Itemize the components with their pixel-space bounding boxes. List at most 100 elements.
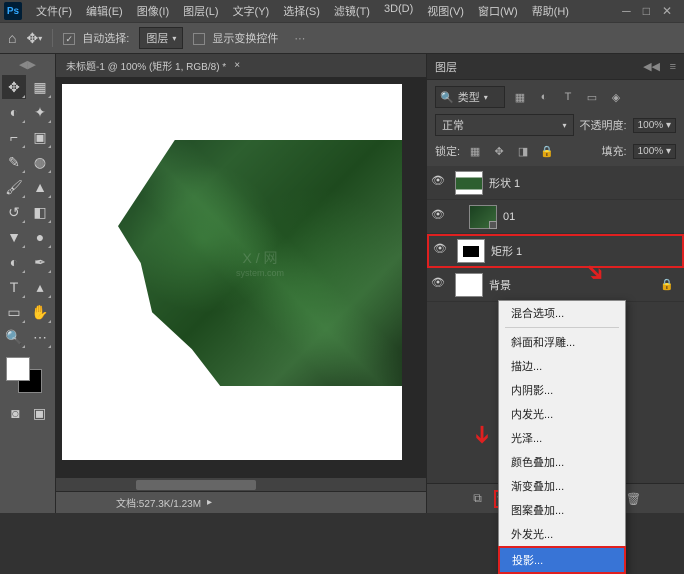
- menu-3d[interactable]: 3D(D): [378, 1, 419, 21]
- lock-position-icon[interactable]: ✥: [490, 142, 508, 160]
- fx-menu-item[interactable]: 渐变叠加...: [499, 474, 625, 498]
- gradient-tool[interactable]: ▼: [2, 225, 26, 249]
- menu-help[interactable]: 帮助(H): [526, 1, 575, 21]
- fx-menu-item[interactable]: 图案叠加...: [499, 498, 625, 522]
- layer-thumbnail[interactable]: [455, 273, 483, 297]
- pen-tool[interactable]: ✒: [28, 250, 52, 274]
- close-button[interactable]: ✕: [662, 4, 672, 18]
- layer-row[interactable]: 👁 形状 1: [427, 166, 684, 200]
- edit-toolbar-tool[interactable]: ⋯: [28, 325, 52, 349]
- eyedropper-tool[interactable]: ✎: [2, 150, 26, 174]
- fx-menu-item[interactable]: 描边...: [499, 354, 625, 378]
- menu-filter[interactable]: 滤镜(T): [328, 1, 376, 21]
- color-swatches[interactable]: [6, 357, 46, 397]
- lasso-tool[interactable]: ◐: [2, 100, 26, 124]
- eraser-tool[interactable]: ◧: [28, 200, 52, 224]
- maximize-button[interactable]: □: [643, 4, 650, 18]
- screen-mode-button[interactable]: ▣: [28, 401, 52, 425]
- more-options-icon[interactable]: ⋯: [294, 32, 305, 45]
- menu-select[interactable]: 选择(S): [277, 1, 326, 21]
- visibility-toggle[interactable]: 👁: [431, 208, 449, 226]
- layer-name[interactable]: 背景: [489, 277, 511, 293]
- panel-expand-icon[interactable]: ◀◀: [643, 60, 660, 73]
- crop-tool[interactable]: ⌐: [2, 125, 26, 149]
- menu-window[interactable]: 窗口(W): [472, 1, 524, 21]
- link-layers-icon[interactable]: ⧉: [468, 490, 488, 508]
- home-button[interactable]: ⌂: [8, 30, 16, 46]
- menu-view[interactable]: 视图(V): [421, 1, 470, 21]
- fx-menu-item[interactable]: 外发光...: [499, 522, 625, 546]
- fx-menu-item[interactable]: 投影...: [498, 546, 626, 574]
- layer-thumbnail[interactable]: [455, 171, 483, 195]
- fx-menu-item[interactable]: 光泽...: [499, 426, 625, 450]
- layer-row[interactable]: 👁背景🔒: [427, 268, 684, 302]
- canvas[interactable]: X / 网 system.com: [62, 84, 402, 460]
- brush-tool[interactable]: 🖌: [2, 175, 26, 199]
- visibility-toggle[interactable]: 👁: [431, 276, 449, 294]
- minimize-button[interactable]: ─: [622, 4, 631, 18]
- fx-menu-item[interactable]: 内阴影...: [499, 378, 625, 402]
- fx-menu-item[interactable]: 斜面和浮雕...: [499, 330, 625, 354]
- fx-menu-item[interactable]: 混合选项...: [499, 301, 625, 325]
- menu-layer[interactable]: 图层(L): [177, 1, 224, 21]
- filter-pixel-icon[interactable]: ▦: [511, 88, 529, 106]
- show-transform-checkbox[interactable]: [193, 33, 205, 45]
- menu-edit[interactable]: 编辑(E): [80, 1, 129, 21]
- menu-type[interactable]: 文字(Y): [227, 1, 276, 21]
- auto-select-checkbox[interactable]: [63, 33, 75, 45]
- document-tab[interactable]: 未标题-1 @ 100% (矩形 1, RGB/8) * ×: [56, 54, 426, 78]
- lock-pixels-icon[interactable]: ▦: [466, 142, 484, 160]
- zoom-tool[interactable]: 🔍: [2, 325, 26, 349]
- panel-menu-icon[interactable]: ≡: [670, 61, 676, 73]
- layer-type-dropdown[interactable]: 图层 ▾: [139, 27, 183, 49]
- canvas-area[interactable]: X / 网 system.com: [56, 78, 426, 477]
- visibility-toggle[interactable]: 👁: [431, 174, 449, 192]
- auto-select-option[interactable]: 自动选择:: [63, 30, 129, 46]
- history-brush-tool[interactable]: ↺: [2, 200, 26, 224]
- layer-thumbnail[interactable]: [469, 205, 497, 229]
- dodge-tool[interactable]: ◐: [2, 250, 26, 274]
- filter-adjust-icon[interactable]: ◐: [535, 88, 553, 106]
- layer-row[interactable]: 👁 矩形 1: [427, 234, 684, 268]
- filter-type-icon[interactable]: T: [559, 88, 577, 106]
- fx-menu-item[interactable]: 内发光...: [499, 402, 625, 426]
- menu-file[interactable]: 文件(F): [30, 1, 78, 21]
- rectangle-tool[interactable]: ▭: [2, 300, 26, 324]
- lock-all-icon[interactable]: 🔒: [538, 142, 556, 160]
- show-transform-option[interactable]: 显示变换控件: [193, 30, 278, 46]
- visibility-toggle[interactable]: 👁: [433, 242, 451, 260]
- fx-menu-item[interactable]: 颜色叠加...: [499, 450, 625, 474]
- delete-layer-icon[interactable]: 🗑: [624, 490, 644, 508]
- layer-name[interactable]: 形状 1: [489, 175, 520, 191]
- filter-smart-icon[interactable]: ◈: [607, 88, 625, 106]
- layer-name[interactable]: 01: [503, 211, 515, 223]
- layer-thumbnail[interactable]: [457, 239, 485, 263]
- tab-close-button[interactable]: ×: [234, 60, 240, 71]
- foreground-color[interactable]: [6, 357, 30, 381]
- layer-row[interactable]: 👁 01: [427, 200, 684, 234]
- filter-shape-icon[interactable]: ▭: [583, 88, 601, 106]
- opacity-field[interactable]: 100% ▾: [633, 118, 676, 133]
- fill-field[interactable]: 100% ▾: [633, 144, 676, 159]
- frame-tool[interactable]: ▣: [28, 125, 52, 149]
- type-tool[interactable]: T: [2, 275, 26, 299]
- path-select-tool[interactable]: ▴: [28, 275, 52, 299]
- window-controls: ─ □ ✕: [622, 4, 680, 18]
- horizontal-scrollbar[interactable]: [56, 477, 426, 491]
- magic-wand-tool[interactable]: ✦: [28, 100, 52, 124]
- quick-mask-button[interactable]: ◙: [4, 401, 28, 425]
- lock-artboard-icon[interactable]: ◨: [514, 142, 532, 160]
- scroll-thumb[interactable]: [136, 480, 256, 490]
- layer-filter-dropdown[interactable]: 🔍 类型 ▾: [435, 86, 505, 108]
- menu-image[interactable]: 图像(I): [131, 1, 175, 21]
- hand-tool[interactable]: ✋: [28, 300, 52, 324]
- blend-mode-dropdown[interactable]: 正常 ▾: [435, 114, 574, 136]
- stamp-tool[interactable]: ▲: [28, 175, 52, 199]
- blur-tool[interactable]: ●: [28, 225, 52, 249]
- toolbox-collapse[interactable]: ◀▶: [2, 58, 53, 71]
- move-tool[interactable]: ✥: [2, 75, 26, 99]
- layers-panel-header[interactable]: 图层 ◀◀ ≡: [427, 54, 684, 80]
- layer-name[interactable]: 矩形 1: [491, 243, 522, 259]
- artboard-tool[interactable]: ▦: [28, 75, 52, 99]
- heal-tool[interactable]: ◍: [28, 150, 52, 174]
